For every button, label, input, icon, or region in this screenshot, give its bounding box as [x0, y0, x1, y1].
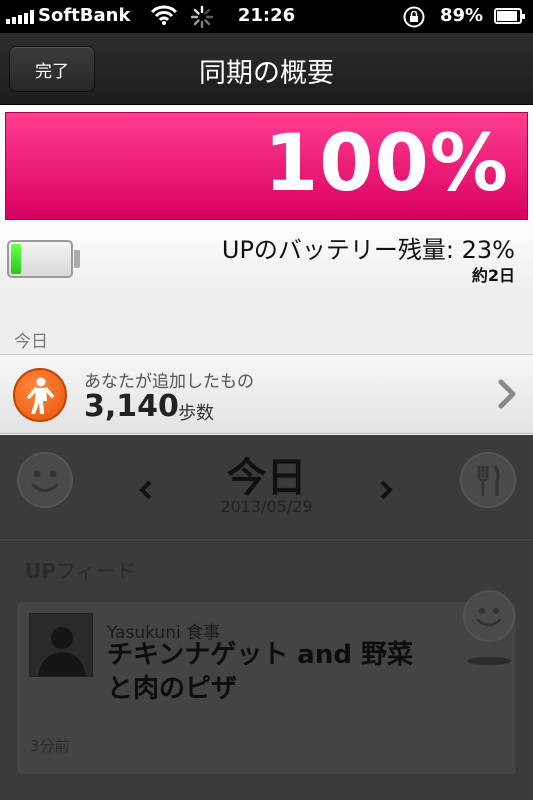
fork-knife-icon[interactable]	[460, 452, 516, 508]
battery-percent: 89%	[440, 5, 484, 26]
rotation-lock-icon	[402, 5, 426, 33]
shadow	[467, 657, 511, 665]
card-smiley-icon	[463, 590, 515, 642]
chevron-right-icon[interactable]	[378, 479, 394, 505]
running-person-icon	[13, 368, 67, 422]
added-steps-unit: 歩数	[178, 403, 214, 424]
today-section: 今日 あなたが追加したもの 3,140 歩数	[0, 295, 533, 435]
sync-progress-bar: 100%	[5, 112, 528, 220]
feed-header-bold: UP	[25, 559, 56, 583]
chevron-right-icon	[497, 379, 517, 413]
band-battery-label: UPのバッテリー残量: 23%	[221, 236, 515, 264]
section-header: 今日	[14, 332, 48, 352]
page-title: 同期の概要	[199, 58, 334, 89]
nav-bar: 完了 同期の概要	[0, 33, 533, 105]
feed-header-rest: フィード	[55, 559, 136, 583]
added-activity-row[interactable]: あなたが追加したもの 3,140 歩数	[0, 354, 533, 434]
feed-text: チキンナゲット and 野菜と肉のピザ	[107, 640, 413, 704]
feed-header: UPフィード	[25, 555, 136, 584]
band-battery-icon	[7, 240, 80, 278]
sync-summary-panel: 100% UPのバッテリー残量: 23% 約2日	[0, 105, 533, 295]
feed-card[interactable]: Yasukuni 食事 チキンナゲット and 野菜と肉のピザ 3分前	[16, 601, 517, 775]
status-bar: SoftBank 21:26 89%	[0, 0, 533, 33]
sync-progress-text: 100%	[264, 119, 509, 209]
band-battery-days: 約2日	[471, 266, 515, 285]
avatar	[29, 613, 93, 677]
band-battery-row: UPのバッテリー残量: 23% 約2日	[0, 220, 533, 295]
day-date: 2013/05/29	[220, 497, 313, 516]
feed-timestamp: 3分前	[30, 737, 70, 755]
day-title: 今日	[226, 455, 307, 501]
added-steps-value: 3,140	[84, 389, 179, 424]
background-app-dimmed: 今日 2013/05/29 UPフィード Yasukuni 食事 チキンナゲット…	[0, 435, 533, 800]
battery-icon	[494, 8, 525, 24]
divider	[0, 538, 533, 539]
